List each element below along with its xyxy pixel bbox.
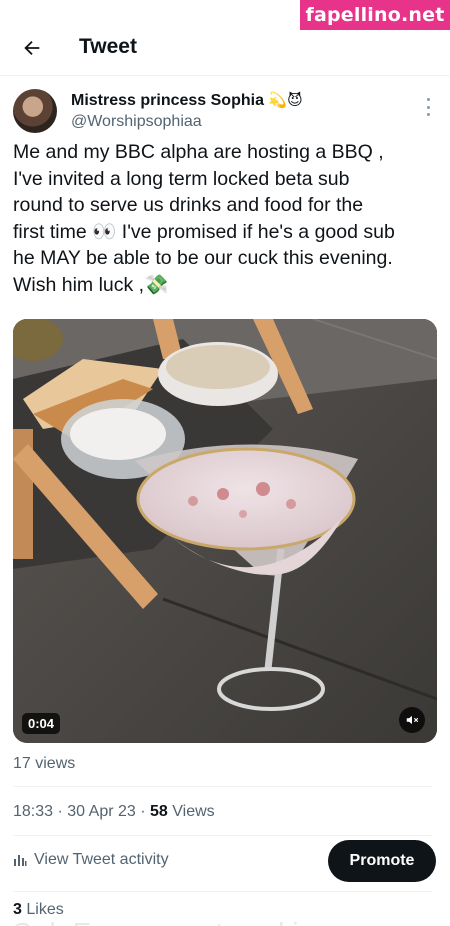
author-handle[interactable]: @Worshipsophiaa [71, 113, 202, 131]
page-title: Tweet [79, 35, 137, 58]
back-button[interactable] [18, 34, 46, 62]
tweet-line: Wish him luck ,💸 [13, 273, 169, 296]
likes-label: Likes [26, 901, 64, 918]
video-duration: 0:04 [22, 713, 61, 734]
divider [0, 75, 450, 76]
tweet-line: round to serve us drinks and food for th… [13, 194, 364, 216]
tweet-text: Me and my BBC alpha are hosting a BBQ , … [13, 139, 438, 298]
cutoff-text: Ooh Emmmmm t u mki e [10, 917, 320, 926]
arrow-left-icon [24, 40, 40, 56]
promote-button[interactable]: Promote [328, 840, 436, 882]
views-label: Views [172, 803, 215, 820]
avatar[interactable] [13, 89, 57, 133]
video-player[interactable]: 0:04 [13, 319, 437, 743]
tweet-line: I've invited a long term locked beta sub [13, 167, 350, 190]
divider [13, 891, 432, 892]
tweet-time[interactable]: 18:33 [13, 803, 53, 820]
video-frame [13, 319, 437, 743]
video-views: 17 views [13, 755, 76, 772]
divider [13, 786, 432, 787]
tweet-date[interactable]: 30 Apr 23 [67, 803, 136, 820]
view-tweet-activity-link[interactable]: View Tweet activity [13, 851, 169, 869]
activity-label: View Tweet activity [34, 851, 169, 868]
tweet-line: he MAY be able to be our cuck this eveni… [13, 247, 393, 269]
author-name[interactable]: Mistress princess Sophia 💫😈 [71, 91, 303, 110]
likes-number: 3 [13, 901, 22, 918]
author-emojis: 💫😈 [268, 92, 303, 109]
mute-button[interactable] [399, 707, 425, 733]
tweet-meta: 18:33 · 30 Apr 23 · 58 Views [13, 803, 215, 821]
tweet-line: Me and my BBC alpha are hosting a BBQ , [13, 141, 384, 163]
separator-dot: · [57, 803, 68, 820]
speaker-muted-icon [406, 715, 419, 725]
views-number: 58 [150, 803, 168, 820]
separator-dot: · [140, 803, 151, 820]
divider [13, 835, 432, 836]
more-options-icon[interactable] [422, 98, 434, 116]
watermark: fapellino.net [300, 0, 450, 30]
tweet-line: first time 👀 I've promised if he's a goo… [13, 220, 395, 243]
author-name-text: Mistress princess Sophia [71, 92, 264, 109]
top-bar: Tweet [0, 26, 450, 70]
bar-chart-icon [14, 855, 27, 866]
